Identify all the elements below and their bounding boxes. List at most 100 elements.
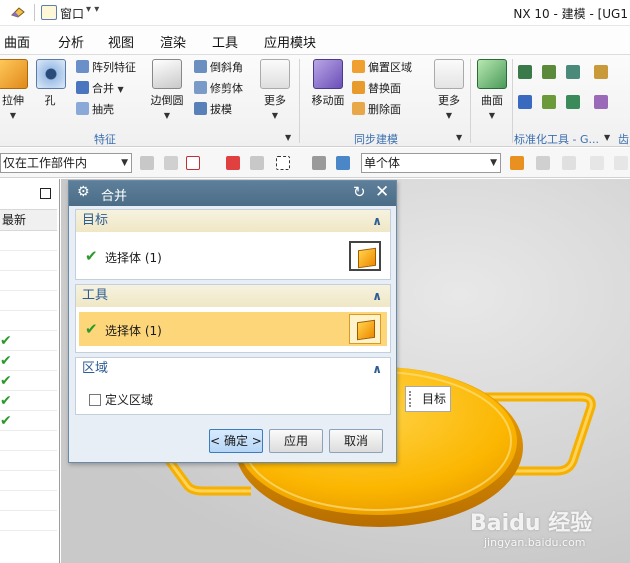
snap-mid-icon[interactable] [562, 156, 576, 170]
list-item[interactable] [0, 471, 57, 491]
menu-render[interactable]: 渲染 [160, 32, 186, 51]
replace-face-button[interactable]: 替换面 [352, 80, 401, 97]
delete-face-button[interactable]: 删除面 [352, 101, 401, 118]
column-header-latest[interactable]: 最新 [0, 209, 57, 231]
define-region-checkbox[interactable] [89, 394, 101, 406]
menu-surface[interactable]: 曲面 [4, 32, 30, 51]
target-section-header[interactable]: 目标 ∧ [76, 210, 390, 232]
quick-access-dropdown-icon[interactable]: ▾ ▾ [86, 4, 99, 15]
list-item[interactable] [0, 271, 57, 291]
std-tool-3-icon[interactable] [566, 65, 580, 79]
cursor-icon[interactable] [250, 156, 264, 170]
std-tool-7-icon[interactable] [566, 95, 580, 109]
unite-button[interactable]: 合并 ▼ [76, 80, 124, 97]
snap-end-icon[interactable] [536, 156, 550, 170]
list-item[interactable]: ✔ [0, 391, 57, 411]
move-face-button[interactable]: 移动面 [308, 59, 348, 108]
rectangle-select-icon[interactable] [276, 156, 290, 170]
list-item[interactable]: ✔ [0, 411, 57, 431]
menu-analysis[interactable]: 分析 [58, 32, 84, 51]
list-item[interactable] [0, 431, 57, 451]
shell-button[interactable]: 抽壳 [76, 101, 114, 118]
list-item[interactable] [0, 291, 57, 311]
list-item[interactable]: ✔ [0, 331, 57, 351]
dialog-title-bar[interactable]: ⚙ 合并 ↻ ✕ [69, 181, 396, 206]
list-item[interactable] [0, 311, 57, 331]
list-item[interactable] [0, 451, 57, 471]
selection-filter-bar: 仅在工作部件内 ▼ 单个体 ▼ [0, 148, 630, 178]
list-item[interactable] [0, 511, 57, 531]
menu-application[interactable]: 应用模块 [264, 32, 316, 51]
ribbon-separator [512, 59, 513, 143]
baidu-watermark: Baidu 经验 [470, 511, 593, 536]
tool-select-body-row[interactable]: ✔ 选择体 (1) [79, 312, 387, 346]
curve-icon[interactable] [510, 156, 524, 170]
list-item[interactable]: ✔ [0, 351, 57, 371]
tool-section-header[interactable]: 工具 ∧ [76, 285, 390, 307]
part-navigator: 最新 ✔ ✔ ✔ ✔ ✔ [0, 179, 60, 563]
cancel-button[interactable]: 取消 [329, 429, 383, 453]
snap-icon[interactable] [164, 156, 178, 170]
chevron-up-icon[interactable]: ∧ [372, 210, 382, 232]
eraser-icon[interactable] [10, 5, 26, 19]
extrude-button[interactable]: 拉伸 ▼ [0, 59, 28, 121]
check-icon: ✔ [0, 373, 12, 389]
scope-dropdown[interactable]: 仅在工作部件内 ▼ [0, 153, 132, 173]
group-expand-icon[interactable]: ▼ [456, 133, 462, 142]
check-icon: ✔ [0, 333, 12, 349]
menu-view[interactable]: 视图 [108, 32, 134, 51]
chevron-down-icon: ▼ [9, 111, 17, 120]
std-tool-8-icon[interactable] [594, 95, 608, 109]
filter-icon[interactable] [140, 156, 154, 170]
list-item[interactable] [0, 231, 57, 251]
define-region-row[interactable]: 定义区域 [79, 382, 387, 414]
replace-face-icon [352, 81, 365, 94]
std-tool-1-icon[interactable] [518, 65, 532, 79]
std-tool-5-icon[interactable] [518, 95, 532, 109]
surface-button[interactable]: 曲面 ▼ [476, 59, 508, 121]
list-item[interactable] [0, 251, 57, 271]
snap-tangent-icon[interactable] [614, 156, 628, 170]
draft-button[interactable]: 拔模 [194, 101, 232, 118]
sync-more-button[interactable]: 更多 ▼ [432, 59, 466, 121]
trim-body-button[interactable]: 修剪体 [194, 80, 243, 97]
list-item[interactable] [0, 491, 57, 511]
group-expand-icon[interactable]: ▼ [604, 133, 610, 142]
unite-dialog: ⚙ 合并 ↻ ✕ 目标 ∧ ✔ 选择体 (1) 工具 ∧ ✔ 选择体 (1) 区… [68, 180, 397, 463]
reset-icon[interactable]: ↻ [353, 183, 366, 201]
select-body-button[interactable] [349, 241, 381, 271]
window-title: NX 10 - 建模 - [UG1 [513, 7, 628, 21]
chamfer-button[interactable]: 倒斜角 [194, 59, 243, 76]
gear-icon[interactable]: ⚙ [77, 184, 90, 200]
std-tool-4-icon[interactable] [594, 65, 608, 79]
chevron-down-icon: ▼ [117, 85, 124, 94]
close-icon[interactable]: ✕ [375, 182, 389, 202]
apply-button[interactable]: 应用 [269, 429, 323, 453]
hole-button[interactable]: 孔 [36, 59, 66, 108]
eraser-filter-icon[interactable] [312, 156, 326, 170]
body-cube-icon[interactable] [336, 156, 350, 170]
chevron-up-icon[interactable]: ∧ [372, 358, 382, 380]
std-tool-6-icon[interactable] [542, 95, 556, 109]
select-box-icon[interactable] [186, 156, 200, 170]
chevron-up-icon[interactable]: ∧ [372, 285, 382, 307]
window-menu[interactable]: 窗口 [60, 5, 84, 22]
snap-line-icon[interactable] [590, 156, 604, 170]
body-filter-dropdown[interactable]: 单个体 ▼ [361, 153, 501, 173]
pattern-feature-button[interactable]: 阵列特征 [76, 59, 136, 76]
list-item[interactable]: ✔ [0, 371, 57, 391]
edge-blend-button[interactable]: 边倒圆 ▼ [148, 59, 186, 121]
group-expand-icon[interactable]: ▼ [285, 133, 291, 142]
feature-more-button[interactable]: 更多 ▼ [258, 59, 292, 121]
window-icon[interactable] [41, 5, 57, 20]
std-tool-2-icon[interactable] [542, 65, 556, 79]
target-select-body-row[interactable]: ✔ 选择体 (1) [79, 239, 387, 273]
offset-region-button[interactable]: 偏置区域 [352, 59, 412, 76]
point-icon[interactable] [226, 156, 240, 170]
select-body-button[interactable] [349, 314, 381, 344]
menu-tools[interactable]: 工具 [212, 32, 238, 51]
target-section: 目标 ∧ ✔ 选择体 (1) [75, 209, 391, 280]
region-section-header[interactable]: 区域 ∧ [76, 358, 390, 380]
ok-button[interactable]: < 确定 > [209, 429, 263, 453]
maximize-icon[interactable] [40, 188, 51, 199]
